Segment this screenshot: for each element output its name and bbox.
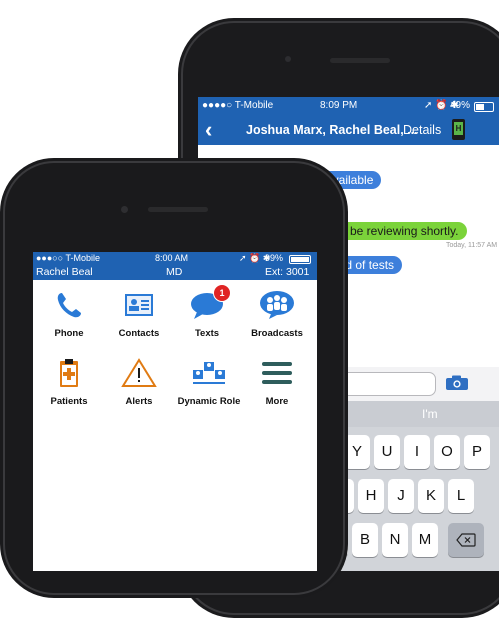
tile-label: Patients	[50, 396, 88, 407]
key[interactable]: M	[412, 523, 438, 557]
tile-label: Phone	[54, 328, 84, 339]
conversation-nav-bar: ‹ Joshua Marx, Rachel Beal, ... Details …	[198, 115, 499, 145]
clock: 8:00 AM	[155, 253, 189, 263]
camera-icon[interactable]	[445, 375, 469, 391]
battery-icon	[474, 102, 494, 112]
front-phone-screen: ●●●○○ T-Mobile 8:00 AM ➚ ⏰ ✱ 99% Rachel …	[33, 252, 317, 571]
menu-icon	[262, 362, 292, 384]
tile-label: Broadcasts	[251, 328, 303, 339]
tile-label: Alerts	[125, 396, 153, 407]
tile-patients[interactable]: Patients	[33, 352, 105, 414]
user-extension: Ext: 3001	[265, 266, 310, 278]
key[interactable]: P	[464, 435, 490, 469]
back-status-bar: ●●●●○ T-Mobile 8:09 PM ➚ ⏰ ✱ 49%	[198, 97, 499, 115]
battery-percent: 99%	[265, 253, 284, 263]
key[interactable]: L	[448, 479, 474, 513]
tile-phone[interactable]: Phone	[33, 284, 105, 346]
user-name: Rachel Beal	[36, 266, 93, 278]
key[interactable]: N	[382, 523, 408, 557]
tile-label: More	[265, 396, 289, 407]
tile-more[interactable]: More	[241, 352, 313, 414]
key[interactable]: K	[418, 479, 444, 513]
unread-badge: 1	[213, 284, 231, 302]
tile-contacts[interactable]: Contacts	[103, 284, 175, 346]
tile-texts[interactable]: 1 Texts	[171, 284, 243, 346]
tile-label: Contacts	[118, 328, 160, 339]
suggestion[interactable]: I'm	[422, 407, 438, 421]
carrier-label: ●●●●○ T-Mobile	[202, 100, 274, 111]
clock: 8:09 PM	[320, 100, 358, 111]
front-status-bar: ●●●○○ T-Mobile 8:00 AM ➚ ⏰ ✱ 99%	[33, 252, 317, 266]
conversation-title: Joshua Marx, Rachel Beal, ...	[246, 123, 418, 137]
details-button[interactable]: Details	[403, 123, 441, 137]
key[interactable]: H	[358, 479, 384, 513]
front-phone-speaker	[148, 207, 208, 212]
battery-percent: 49%	[450, 100, 471, 111]
contact-card-icon	[125, 294, 153, 316]
back-phone-speaker	[330, 58, 390, 63]
key[interactable]: U	[374, 435, 400, 469]
user-header: Rachel Beal MD Ext: 3001	[33, 266, 317, 280]
tile-broadcasts[interactable]: Broadcasts	[241, 284, 313, 346]
medical-clipboard-icon	[60, 359, 78, 387]
carrier-label: ●●●○○ T-Mobile	[36, 253, 101, 263]
phone-icon	[57, 293, 81, 318]
key[interactable]: B	[352, 523, 378, 557]
role-network-icon	[193, 362, 225, 384]
user-role: MD	[166, 266, 183, 278]
tile-label: Texts	[194, 328, 220, 339]
key[interactable]: I	[404, 435, 430, 469]
backspace-key[interactable]	[448, 523, 484, 557]
backspace-icon	[456, 533, 476, 547]
back-phone-camera	[285, 56, 291, 62]
phone-device-icon[interactable]: H	[452, 119, 465, 140]
group-icon	[260, 291, 294, 319]
key[interactable]: J	[388, 479, 414, 513]
tile-dynamic-role[interactable]: Dynamic Role	[173, 352, 245, 414]
tile-label: Dynamic Role	[177, 396, 241, 407]
back-chevron-icon[interactable]: ‹	[205, 117, 212, 143]
message-timestamp: Today, 11:57 AM	[446, 242, 498, 249]
warning-icon	[121, 358, 157, 387]
key[interactable]: O	[434, 435, 460, 469]
battery-icon	[289, 255, 311, 264]
front-phone-camera	[121, 206, 128, 213]
tile-alerts[interactable]: Alerts	[103, 352, 175, 414]
